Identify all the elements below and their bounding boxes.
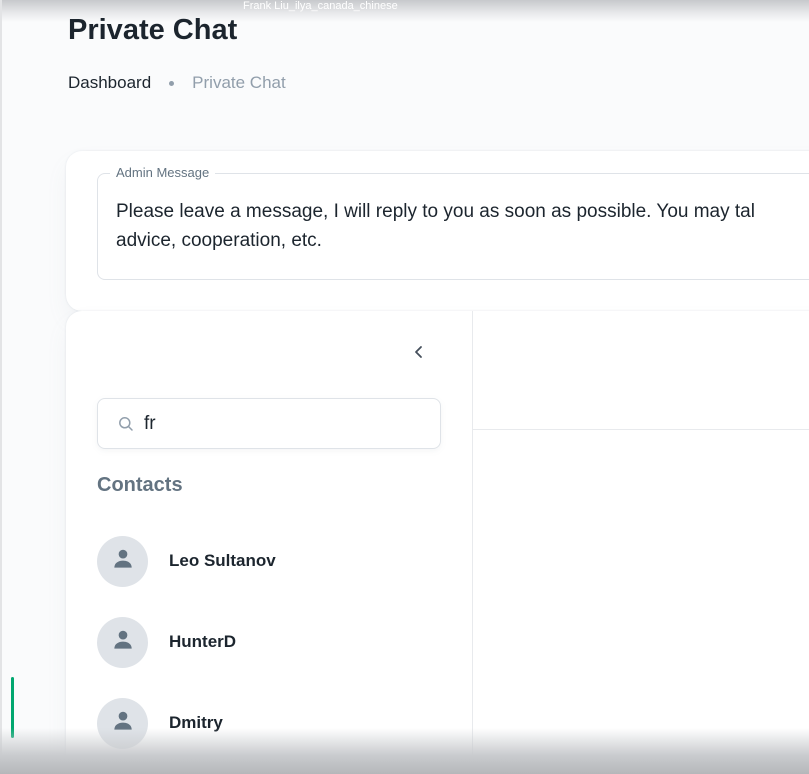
contact-search-input[interactable] [144, 412, 424, 435]
breadcrumb-dashboard-link[interactable]: Dashboard [68, 73, 151, 93]
collapse-panel-button[interactable] [406, 341, 432, 367]
search-icon [118, 416, 134, 432]
contacts-heading: Contacts [97, 474, 183, 496]
admin-message-legend: Admin Message [110, 165, 216, 180]
chat-card: Contacts Leo Sultanov [66, 311, 809, 774]
conversation-header [473, 311, 809, 430]
contact-search-box[interactable] [97, 398, 441, 449]
user-icon [110, 546, 136, 577]
breadcrumb-separator [169, 80, 175, 86]
avatar [97, 535, 148, 587]
contacts-panel: Contacts Leo Sultanov [66, 311, 473, 774]
admin-message-text: Please leave a message, I will reply to … [116, 201, 755, 251]
admin-message-card: Admin Message Please leave a message, I … [66, 151, 809, 311]
contact-item-leo-sultanov[interactable]: Leo Sultanov [97, 535, 437, 587]
breadcrumb: Dashboard Private Chat [68, 73, 286, 93]
user-icon [110, 627, 136, 658]
contact-item-hunterd[interactable]: HunterD [97, 616, 437, 668]
contact-name: Leo Sultanov [169, 551, 276, 570]
breadcrumb-current: Private Chat [192, 73, 286, 92]
window-title: Frank Liu_ilya_canada_chinese [243, 0, 398, 12]
page-title: Private Chat [68, 14, 238, 46]
contact-name: HunterD [169, 632, 237, 651]
app-window: Frank Liu_ilya_canada_chinese Private Ch… [0, 0, 809, 774]
left-rail-edge [0, 0, 2, 774]
chevron-left-icon [412, 345, 426, 364]
bottom-overlay [0, 728, 809, 774]
admin-message-field: Admin Message Please leave a message, I … [97, 165, 809, 280]
avatar [97, 616, 148, 668]
